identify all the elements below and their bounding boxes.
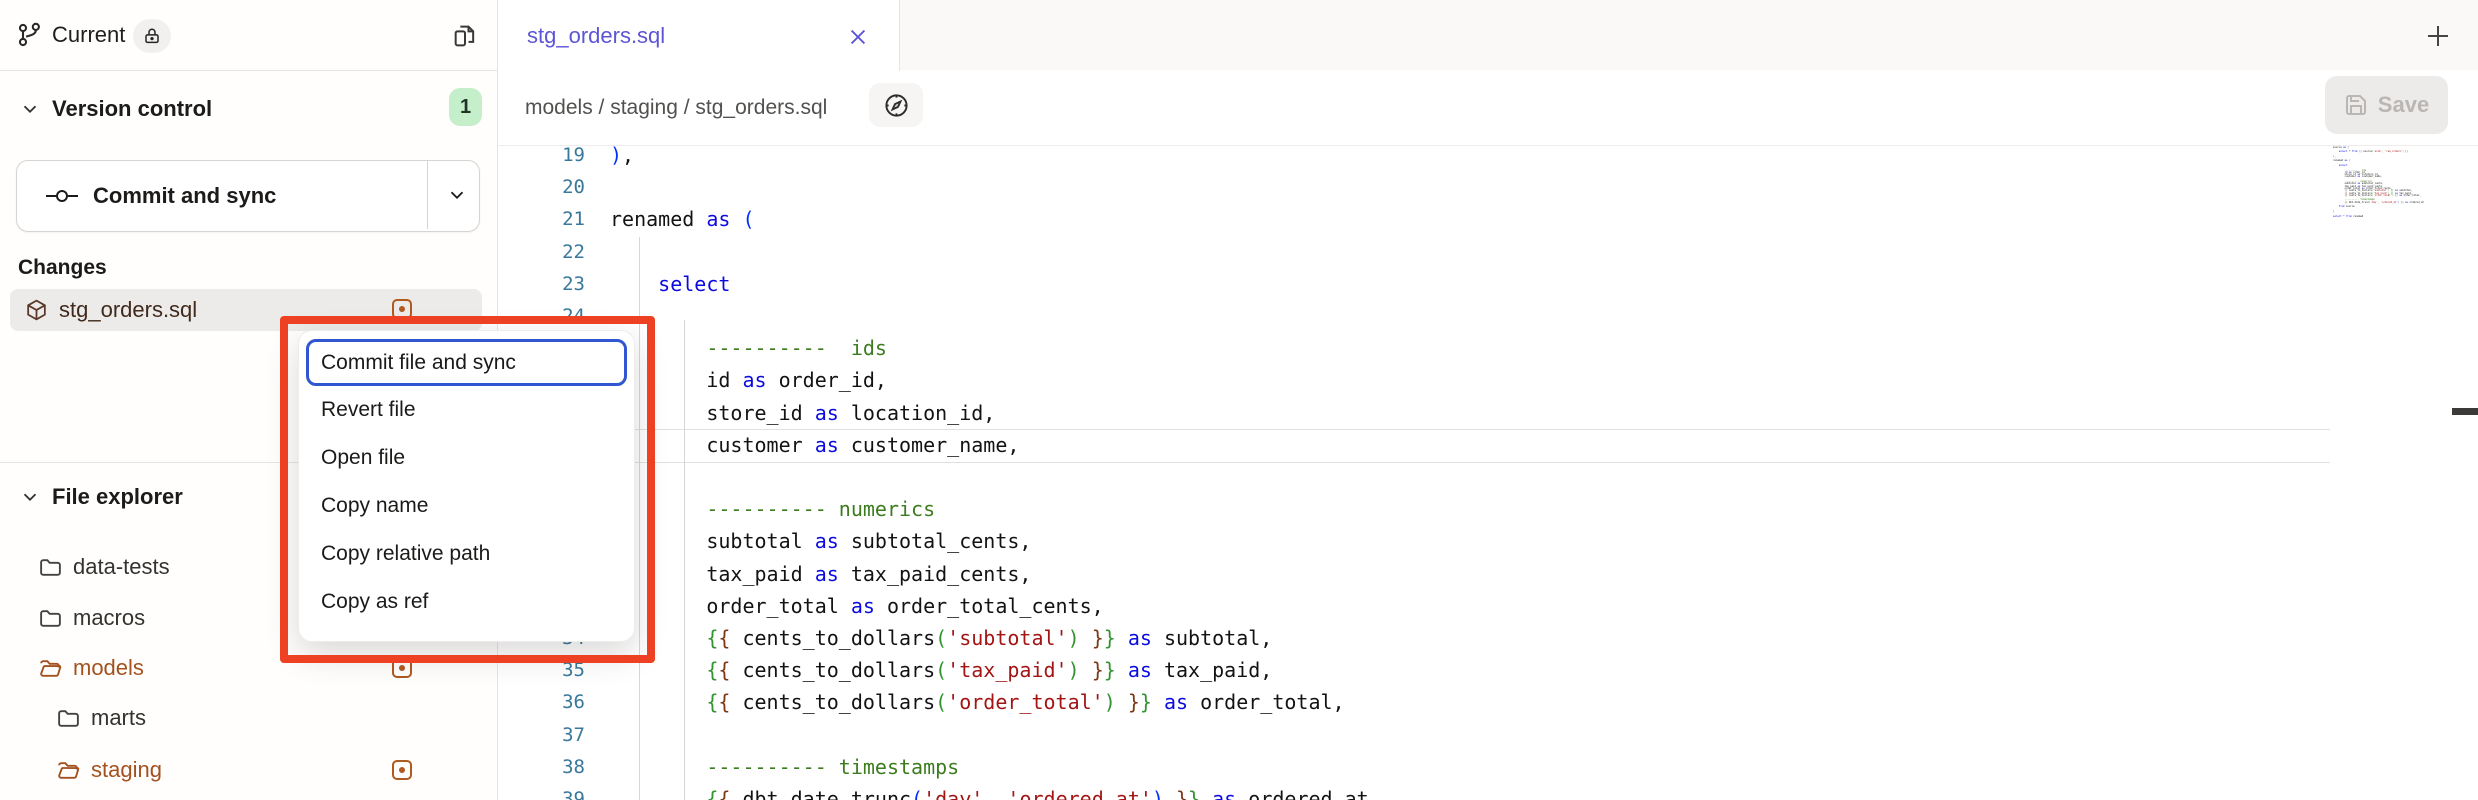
folder-row-macros[interactable]: macros [38,598,145,638]
menu-item-copy-relative-path[interactable]: Copy relative path [299,530,634,578]
file-context-menu: Commit file and sync Revert file Open fi… [298,330,635,642]
save-button[interactable]: Save [2325,76,2448,134]
chevron-down-icon [19,486,41,508]
git-commit-icon [45,185,79,207]
tab-close-button[interactable] [845,24,871,50]
folder-open-icon [38,656,63,681]
changes-section-title: Changes [18,256,107,280]
menu-item-commit-file-and-sync[interactable]: Commit file and sync [306,339,627,386]
save-icon [2344,93,2368,117]
file-explorer-collapse[interactable] [18,485,42,509]
folder-row-marts[interactable]: marts [56,698,146,738]
modified-folder-badge [392,658,412,678]
menu-item-open-file[interactable]: Open file [299,434,634,482]
folder-name: data-tests [73,554,170,580]
model-cube-icon [24,298,49,323]
read-only-badge [133,19,171,53]
folder-icon [56,706,81,731]
changed-file-name: stg_orders.sql [59,297,197,323]
tab-label: stg_orders.sql [527,23,665,49]
tab-stg-orders[interactable]: stg_orders.sql [497,0,900,71]
chevron-down-icon [19,98,41,120]
folder-icon [38,555,63,580]
version-control-title[interactable]: Version control [52,96,212,122]
folder-name: macros [73,605,145,631]
modified-folder-badge [392,760,412,780]
folder-row-data-tests[interactable]: data-tests [38,547,170,587]
folder-row-models[interactable]: models [38,648,144,688]
file-explorer-title[interactable]: File explorer [52,484,183,510]
commit-and-sync-button[interactable]: Commit and sync [16,160,480,232]
compass-icon [883,92,910,119]
chevron-down-icon [446,184,468,206]
new-tab-button[interactable] [2420,18,2456,54]
folder-name: staging [91,757,162,783]
branch-name[interactable]: Current [52,0,125,70]
ide-window: Current [0,0,2478,800]
code-editor[interactable]: ), renamed as ( select ---------- ids id… [610,139,1381,800]
close-icon [847,26,869,48]
plus-icon [2423,21,2453,51]
changes-count-badge: 1 [449,88,482,126]
folder-name: models [73,655,144,681]
folder-name: marts [91,705,146,731]
lock-icon [143,27,161,45]
scrollbar-handle[interactable] [2452,408,2478,415]
commit-options-toggle[interactable] [436,160,478,230]
menu-item-revert-file[interactable]: Revert file [299,386,634,434]
save-label: Save [2378,92,2429,118]
duplicate-button[interactable] [448,20,482,52]
breadcrumb: models / staging / stg_orders.sql [525,70,827,145]
folder-open-icon [56,758,81,783]
commit-and-sync-label: Commit and sync [93,183,276,209]
modified-file-badge [392,299,412,319]
folder-icon [38,606,63,631]
copy-icon [451,22,479,50]
open-in-explorer-button[interactable] [869,83,923,127]
version-control-collapse[interactable] [18,97,42,121]
git-branch-icon [16,21,44,49]
menu-item-copy-as-ref[interactable]: Copy as ref [299,578,634,626]
folder-row-staging[interactable]: staging [56,750,162,790]
branch-bar: Current [0,0,497,71]
menu-item-copy-name[interactable]: Copy name [299,482,634,530]
minimap[interactable]: with source as ( select * from {{ source… [2333,142,2452,792]
commit-button-divider [427,161,428,229]
minimap-code: with source as ( select * from {{ source… [2333,142,2452,218]
